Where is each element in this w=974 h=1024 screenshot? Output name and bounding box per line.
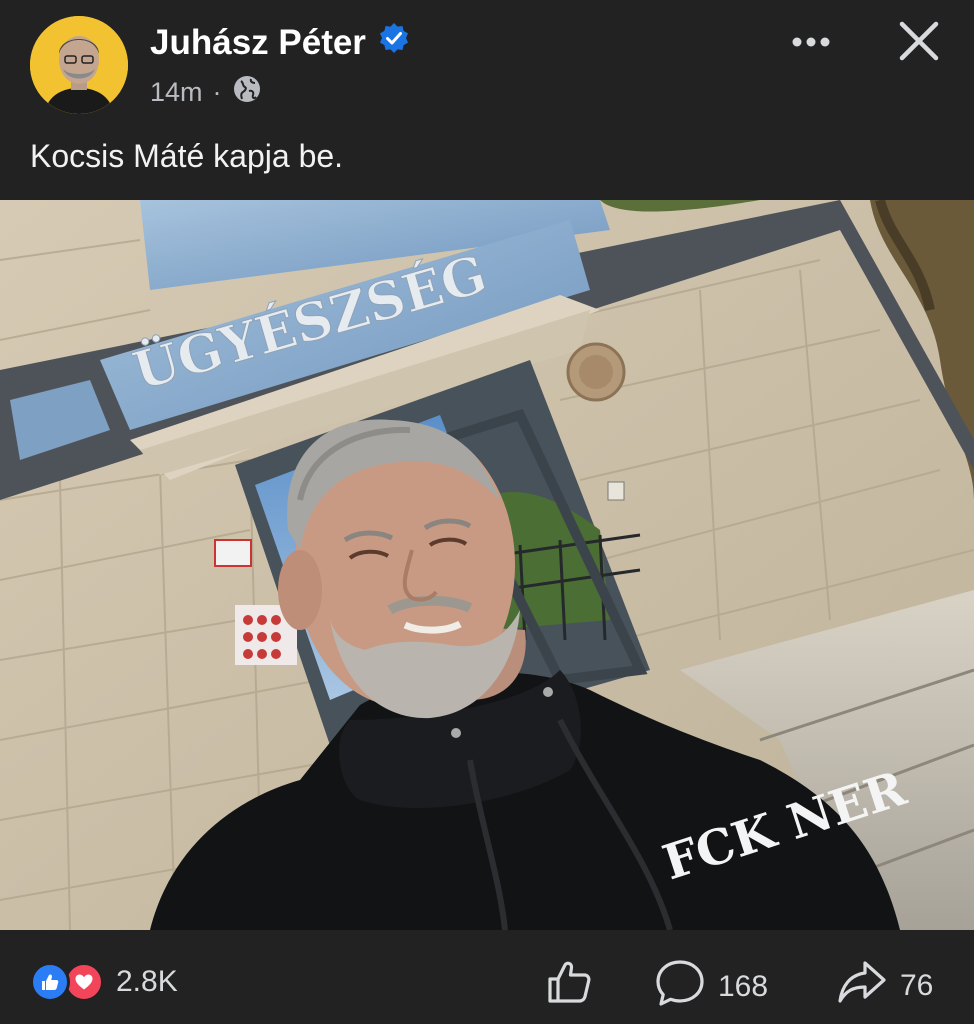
reaction-count: 2.8K	[116, 965, 178, 998]
meta-separator: ·	[212, 77, 222, 107]
post-photo[interactable]: ÜGYÉSZSÉG FCK NER	[0, 200, 974, 930]
share-icon	[836, 958, 888, 1014]
author-name[interactable]: Juhász Péter	[150, 23, 366, 63]
close-icon[interactable]	[896, 18, 942, 64]
like-reaction-icon	[30, 962, 70, 1002]
post-caption: Kocsis Máté kapja be.	[30, 138, 344, 174]
author-avatar[interactable]	[30, 16, 128, 114]
verified-badge-icon	[378, 22, 410, 63]
globe-icon	[232, 74, 262, 111]
reactions-summary[interactable]: 2.8K	[30, 962, 178, 1002]
thumbs-up-icon	[546, 958, 594, 1014]
love-reaction-icon	[64, 962, 104, 1002]
share-count: 76	[900, 969, 934, 1002]
author-row: Juhász Péter	[150, 22, 410, 63]
more-options-icon[interactable]	[788, 22, 834, 62]
post-time[interactable]: 14m	[150, 77, 203, 108]
comment-count: 168	[718, 970, 769, 1003]
post-meta: 14m ·	[150, 74, 262, 111]
share-button[interactable]: 76	[836, 958, 933, 1014]
comment-icon	[654, 958, 706, 1016]
like-button[interactable]	[546, 958, 594, 1014]
post-header: Juhász Péter 14m · Kocsis Máté kapja be.	[0, 0, 974, 200]
comment-button[interactable]: 168	[654, 958, 768, 1016]
